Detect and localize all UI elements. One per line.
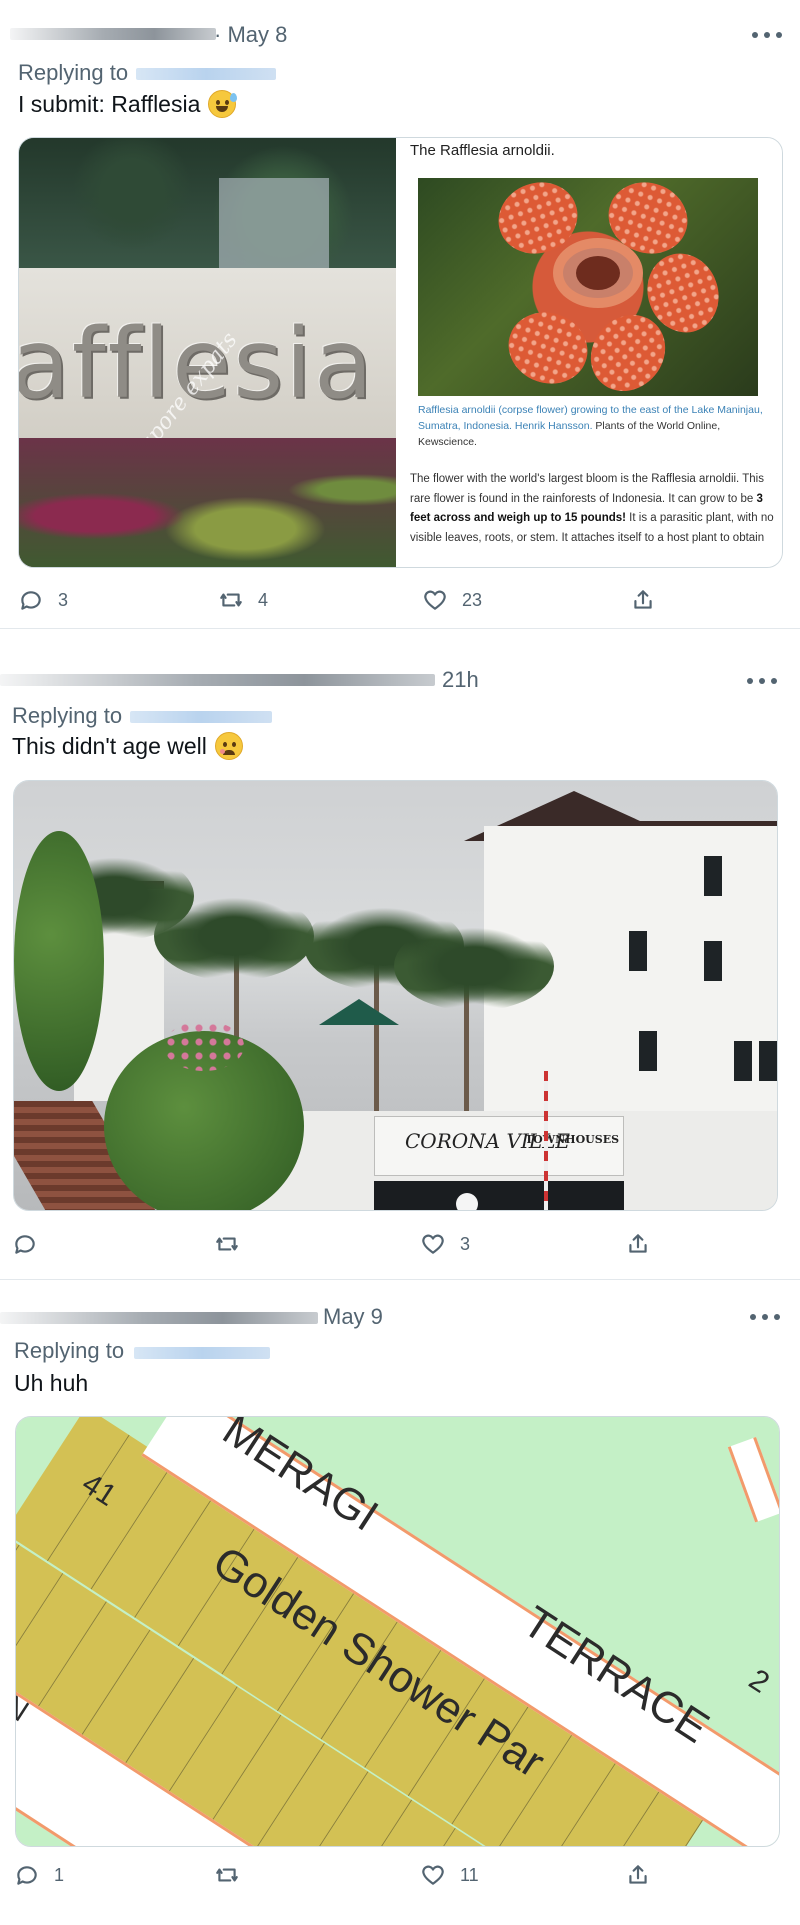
share-icon [629,1865,647,1884]
like-button[interactable]: 23 [422,587,482,613]
tweet-date[interactable]: 21h [442,667,479,693]
tweet-text-content: I submit: Rafflesia [18,90,201,117]
street-map: MERAGI TERRACE Golden Shower Par 41 N 2 [16,1417,779,1846]
heart-icon [422,1234,444,1254]
more-options-button[interactable] [747,671,777,691]
share-icon [634,590,652,609]
reply-button[interactable]: 3 [18,587,68,613]
share-icon [629,1234,647,1253]
tweet-text: This didn't age well [12,732,243,760]
tweet: May 9 Replying to Uh huh MERAGI TERRACE … [0,1280,800,1925]
tweet-text: Uh huh [14,1370,88,1397]
more-options-button[interactable] [750,1307,780,1327]
share-button[interactable] [625,1231,651,1257]
tweet: 21h Replying to This didn't age well COR… [0,629,800,1279]
share-button[interactable] [625,1862,651,1888]
pleading-face-emoji-icon [214,732,243,760]
retweet-count: 4 [258,589,269,610]
article-screenshot: The Rafflesia arnoldii. Rafflesia arnold… [396,138,782,567]
sweat-smile-emoji-icon [208,90,238,118]
heart-icon [424,590,446,610]
rafflesia-sign-photo: afflesia singapore expats [19,138,396,567]
townhouse-sign: CORONA VILLE TOWNHOUSES [374,1116,624,1176]
tweet-text-content: This didn't age well [12,732,207,759]
corona-ville-townhouse-photo: CORONA VILLE TOWNHOUSES [14,781,777,1210]
rafflesia-flower-photo [418,178,758,396]
tweet-date[interactable]: · May 8 [214,22,287,48]
tweet-date[interactable]: May 9 [323,1304,383,1330]
reply-count: 1 [54,1864,65,1885]
more-options-button[interactable] [752,25,782,45]
share-button[interactable] [630,587,656,613]
author-name-redacted[interactable] [0,1312,318,1324]
edge-number: 2 [743,1663,775,1700]
article-body-part1: The flower with the world's largest bloo… [410,473,764,505]
reply-button[interactable]: 1 [14,1862,64,1888]
retweet-button[interactable] [214,1231,254,1257]
retweet-button[interactable]: 4 [218,587,268,613]
replying-to-label: Replying to [12,703,123,728]
tweet-actions: 3 4 23 [0,587,800,617]
tweet-media[interactable]: afflesia singapore expats The Rafflesia … [18,137,783,568]
retweet-icon [216,1868,238,1882]
tweet-media[interactable]: CORONA VILLE TOWNHOUSES [13,780,778,1211]
tweet: · May 8 Replying to I submit: Rafflesia … [0,0,800,628]
like-count: 3 [460,1233,471,1254]
reply-handle-redacted[interactable] [134,1347,270,1359]
reply-icon [15,1235,35,1254]
reply-icon [21,591,41,610]
tweet-actions: 1 11 [0,1862,800,1892]
tweet-media[interactable]: MERAGI TERRACE Golden Shower Par 41 N 2 [15,1416,780,1847]
townhouse-sign-sub: TOWNHOUSES [525,1133,620,1146]
retweet-icon [216,1237,238,1251]
author-name-redacted[interactable] [0,674,435,686]
tweet-text-content: Uh huh [14,1370,89,1396]
reply-handle-redacted[interactable] [136,68,276,80]
like-button[interactable]: 11 [420,1862,479,1888]
heart-icon [422,1865,444,1885]
reply-button[interactable] [12,1231,52,1257]
like-button[interactable]: 3 [420,1231,470,1257]
reply-icon [17,1866,37,1885]
replying-to-label: Replying to [14,1338,125,1363]
author-name-redacted[interactable] [10,28,216,40]
like-count: 11 [460,1864,479,1885]
article-body: The flower with the world's largest bloo… [410,470,780,548]
like-count: 23 [462,589,483,610]
reply-count: 3 [58,589,69,610]
replying-to-label: Replying to [18,60,129,85]
retweet-button[interactable] [214,1862,254,1888]
retweet-icon [220,593,242,607]
photo-caption: Rafflesia arnoldii (corpse flower) growi… [418,402,768,450]
reply-handle-redacted[interactable] [130,711,272,723]
tweet-actions: 3 [0,1231,800,1261]
article-title: The Rafflesia arnoldii. [410,142,555,159]
tweet-text: I submit: Rafflesia [18,90,238,118]
